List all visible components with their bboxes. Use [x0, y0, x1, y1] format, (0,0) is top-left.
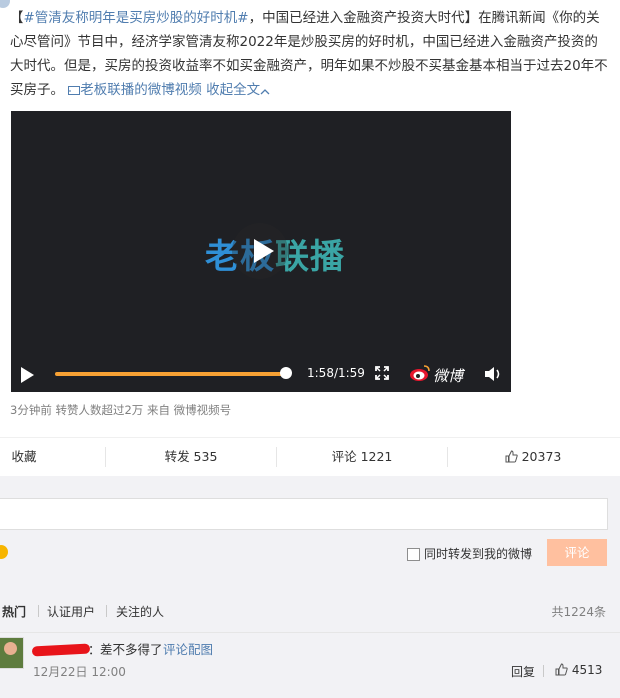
thumbs-up-icon: [505, 450, 518, 463]
play-overlay-button[interactable]: [232, 223, 288, 279]
comment-section: 同时转发到我的微博 评论 热门 认证用户 关注的人 共1224条 ： 差不多得了…: [0, 476, 620, 698]
favorite-button[interactable]: 收藏: [0, 438, 48, 476]
volume-icon[interactable]: [484, 366, 502, 382]
author-avatar[interactable]: [0, 0, 10, 8]
comment-tabs: 热门 认证用户 关注的人 共1224条: [0, 590, 620, 633]
post-meta: 3分钟前 转赞人数超过2万 来自 微博视频号: [10, 403, 232, 417]
divider: [38, 605, 39, 617]
also-repost-label: 同时转发到我的微博: [424, 547, 533, 561]
comment-total: 共1224条: [551, 605, 606, 619]
submit-comment-button[interactable]: 评论: [547, 539, 607, 566]
video-source-link[interactable]: 老板联播的微博视频: [68, 82, 202, 98]
comment-button[interactable]: 评论 1221: [277, 438, 447, 476]
chevron-up-icon: [260, 89, 270, 95]
tab-following[interactable]: 关注的人: [116, 603, 164, 620]
progress-bar[interactable]: [55, 372, 286, 376]
play-icon[interactable]: [21, 367, 34, 383]
weibo-logo: 微博: [409, 362, 471, 386]
tab-hot[interactable]: 热门: [2, 603, 26, 620]
post-text: 【#管清友称明年是买房炒股的好时机#，中国已经进入金融资产投资大时代】在腾讯新闻…: [10, 6, 610, 102]
action-bar: 收藏 转发 535 评论 1221 20373: [0, 437, 620, 477]
divider: [106, 605, 107, 617]
topic-link[interactable]: #管清友称明年是买房炒股的好时机#: [24, 10, 249, 26]
fullscreen-icon[interactable]: [375, 366, 389, 380]
bracket-close: 】: [464, 10, 479, 26]
video-time: 1:58/1:59: [307, 366, 365, 380]
video-player[interactable]: 老板联播 1:58/1:59 微博: [11, 111, 511, 392]
comment-image-link[interactable]: 评论配图: [163, 639, 213, 658]
video-icon: [68, 86, 81, 95]
commenter-avatar[interactable]: [0, 637, 24, 669]
commenter-name-redacted: [31, 643, 91, 657]
comment-input[interactable]: [0, 498, 608, 530]
colon: ：: [88, 642, 101, 657]
video-controls: 1:58/1:59 微博: [11, 357, 511, 392]
also-repost-checkbox[interactable]: [407, 548, 420, 561]
emoji-icon[interactable]: [0, 545, 8, 559]
reply-button[interactable]: 回复: [511, 663, 535, 680]
collapse-link[interactable]: 收起全文: [206, 82, 270, 98]
comment-text: 差不多得了: [100, 642, 163, 657]
thumbs-up-icon: [555, 663, 568, 676]
progress-knob[interactable]: [280, 367, 292, 379]
divider: [543, 665, 544, 677]
weibo-eye-icon: [410, 365, 430, 381]
like-button[interactable]: 20373: [448, 438, 618, 476]
headline: ，中国已经进入金融资产投资大时代: [248, 10, 465, 26]
comment-like-button[interactable]: 4513: [555, 663, 602, 677]
comment-item: ： 差不多得了 评论配图 12月22日 12:00 回复 4513: [0, 633, 620, 693]
repost-button[interactable]: 转发 535: [106, 438, 276, 476]
bracket-open: 【: [10, 10, 24, 26]
tab-verified[interactable]: 认证用户: [47, 603, 95, 620]
comment-time: 12月22日 12:00: [33, 665, 126, 679]
